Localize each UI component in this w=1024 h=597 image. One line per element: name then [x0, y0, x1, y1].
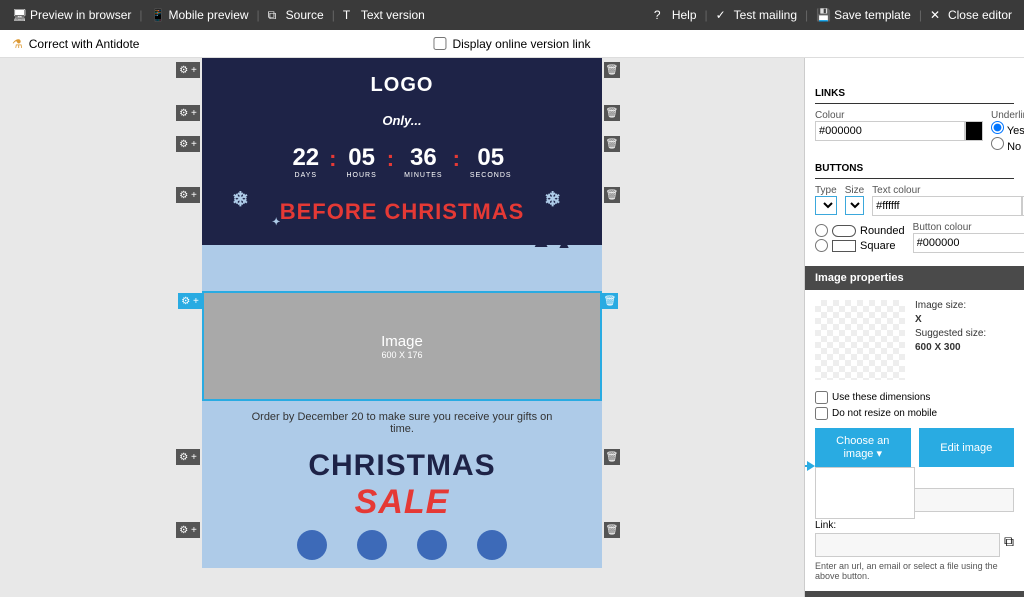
check-icon: ✓ — [716, 8, 730, 22]
text-version-button[interactable]: T Text version — [343, 8, 425, 22]
tree-icon: ▲ — [530, 245, 552, 253]
snowmen-graphic — [202, 522, 602, 568]
edit-image-button[interactable]: Edit image — [919, 428, 1015, 467]
image-placeholder[interactable]: Image 600 X 176 — [204, 293, 600, 399]
order-text: Order by December 20 to make sure you re… — [202, 407, 602, 439]
link-colour-input[interactable] — [815, 121, 965, 141]
underlined-yes-radio[interactable]: Yes — [991, 125, 1024, 137]
block-handle[interactable]: ⚙ + — [178, 293, 202, 309]
block-delete-button[interactable]: 🗑 — [604, 136, 620, 152]
image-thumbnail[interactable] — [815, 300, 905, 380]
canvas-area: ⚙ + 🗑 LOGO ⚙ + 🗑 Only... ⚙ + 🗑 22DAYS : … — [0, 58, 804, 597]
link-input[interactable] — [815, 533, 1000, 557]
underlined-no-radio[interactable]: No — [991, 141, 1021, 153]
block-handle[interactable]: ⚙ + — [176, 449, 200, 465]
hills-graphic: ▲ ▲ — [202, 245, 602, 291]
shape-square-radio[interactable]: Square — [815, 239, 905, 252]
image-block[interactable]: ⚙ + 🗑 Image 600 X 176 — [202, 291, 602, 401]
shape-rounded-radio[interactable]: Rounded — [815, 224, 905, 237]
links-heading: LINKS — [815, 84, 1014, 104]
sale-block[interactable]: Order by December 20 to make sure you re… — [202, 401, 602, 568]
only-text: Only... — [202, 105, 602, 136]
mobile-preview-button[interactable]: 📱 Mobile preview — [151, 8, 249, 22]
block-handle[interactable]: ⚙ + — [176, 136, 200, 152]
subbar: ⚗ Correct with Antidote Display online v… — [0, 30, 1024, 58]
block-delete-button[interactable]: 🗑 — [604, 187, 620, 203]
text-icon: T — [343, 8, 357, 22]
rss-properties-heading[interactable]: RSS/ATOM feed properties — [805, 591, 1024, 597]
block-handle[interactable]: ⚙ + — [176, 187, 200, 203]
source-button[interactable]: ⧉ Source — [268, 8, 324, 22]
block-delete-button[interactable]: 🗑 — [604, 449, 620, 465]
image-library-option[interactable]: Image library — [816, 493, 914, 518]
choose-image-button[interactable]: Choose an image ▾ My images Image librar… — [815, 428, 911, 467]
logo-text: LOGO — [202, 66, 602, 105]
monitor-icon: 🖥 — [12, 8, 26, 22]
caret-down-icon: ▾ — [877, 448, 883, 460]
block-handle[interactable]: ⚙ + — [176, 105, 200, 121]
mobile-icon: 📱 — [151, 8, 165, 22]
hero-block[interactable]: ⚙ + 🗑 LOGO ⚙ + 🗑 Only... ⚙ + 🗑 22DAYS : … — [202, 58, 602, 291]
correct-antidote-button[interactable]: Correct with Antidote — [29, 37, 140, 51]
christmas-text: CHRISTMAS — [202, 449, 602, 483]
no-resize-mobile-checkbox[interactable]: Do not resize on mobile — [815, 407, 1014, 420]
file-picker-icon[interactable]: ⧉ — [1004, 533, 1014, 557]
choose-image-dropdown: My images Image library — [815, 467, 915, 519]
side-panel: ✕ LINKS Colour Underlined Yes No BUTT — [804, 58, 1024, 597]
before-christmas-text: ❄ BEFORE CHRISTMAS ❄ ✦ — [202, 187, 602, 245]
link-hint: Enter an url, an email or select a file … — [815, 561, 1014, 581]
source-icon: ⧉ — [268, 8, 282, 22]
arrow-icon — [804, 456, 815, 476]
snowflake-icon: ❄ — [232, 187, 250, 212]
preview-browser-button[interactable]: 🖥 Preview in browser — [12, 8, 131, 22]
save-template-button[interactable]: 💾 Save template — [816, 8, 911, 22]
display-online-label: Display online version link — [452, 37, 590, 51]
test-mailing-button[interactable]: ✓ Test mailing — [716, 8, 797, 22]
block-delete-button[interactable]: 🗑 — [604, 522, 620, 538]
snowflake-icon: ❄ — [544, 187, 562, 212]
use-dimensions-checkbox[interactable]: Use these dimensions — [815, 391, 1014, 404]
display-online-checkbox[interactable] — [433, 37, 446, 50]
close-icon: ✕ — [930, 8, 944, 22]
button-type-select[interactable]: Arial — [815, 196, 837, 215]
link-colour-swatch[interactable] — [965, 121, 983, 141]
tree-icon: ▲ — [556, 245, 572, 253]
save-icon: 💾 — [816, 8, 830, 22]
button-textcolour-input[interactable] — [872, 196, 1022, 216]
image-properties-heading: Image properties — [805, 266, 1024, 290]
block-handle[interactable]: ⚙ + — [176, 522, 200, 538]
button-size-select[interactable]: 10 — [845, 196, 864, 215]
close-editor-button[interactable]: ✕ Close editor — [930, 8, 1012, 22]
help-button[interactable]: ? Help — [654, 8, 697, 22]
block-delete-button[interactable]: 🗑 — [602, 293, 618, 309]
block-delete-button[interactable]: 🗑 — [604, 105, 620, 121]
button-colour-input[interactable] — [913, 233, 1024, 253]
block-delete-button[interactable]: 🗑 — [604, 62, 620, 78]
snowflake-icon: ✦ — [272, 217, 281, 228]
link-label: Link: — [815, 520, 1014, 531]
countdown: 22DAYS : 05HOURS : 36MINUTES : 05SECONDS — [202, 136, 602, 187]
help-icon: ? — [654, 8, 668, 22]
my-images-option[interactable]: My images — [816, 468, 914, 493]
block-handle[interactable]: ⚙ + — [176, 62, 200, 78]
sale-text: SALE — [202, 483, 602, 522]
flask-icon: ⚗ — [12, 37, 23, 51]
buttons-heading: BUTTONS — [815, 159, 1014, 179]
topbar: 🖥 Preview in browser | 📱 Mobile preview … — [0, 0, 1024, 30]
